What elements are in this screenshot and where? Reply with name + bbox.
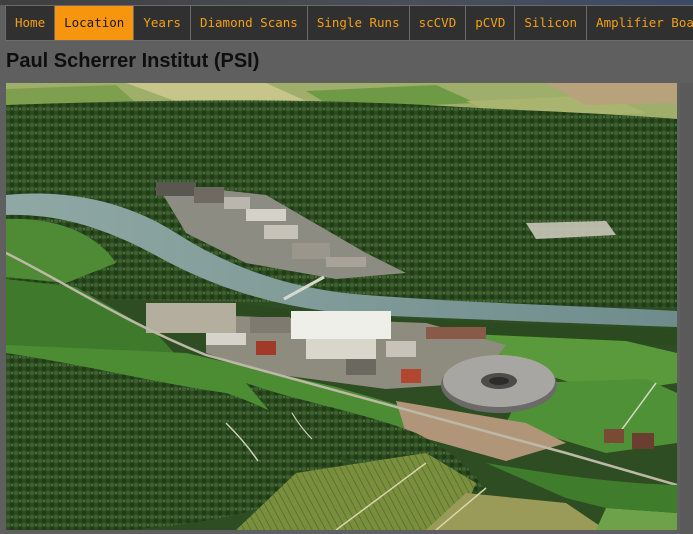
nav-item-silicon[interactable]: Silicon — [514, 5, 587, 41]
nav-item-sccvd[interactable]: scCVD — [408, 5, 466, 41]
nav-item-years[interactable]: Years — [133, 5, 190, 41]
nav-item-amplifier-boards[interactable]: Amplifier Boards — [586, 5, 693, 41]
aerial-photo — [6, 83, 677, 530]
nav-item-location[interactable]: Location — [54, 5, 134, 41]
nav-item-single-runs[interactable]: Single Runs — [306, 5, 409, 41]
main-navigation: Home Location Years Diamond Scans Single… — [5, 5, 693, 41]
sls-ring-building — [441, 355, 557, 413]
nav-item-home[interactable]: Home — [5, 5, 55, 41]
nav-item-diamond-scans[interactable]: Diamond Scans — [189, 5, 307, 41]
right-margin — [680, 83, 693, 534]
page-title: Paul Scherrer Institut (PSI) — [6, 50, 260, 72]
nav-item-pcvd[interactable]: pCVD — [465, 5, 515, 41]
aerial-photo-illustration — [6, 83, 677, 530]
